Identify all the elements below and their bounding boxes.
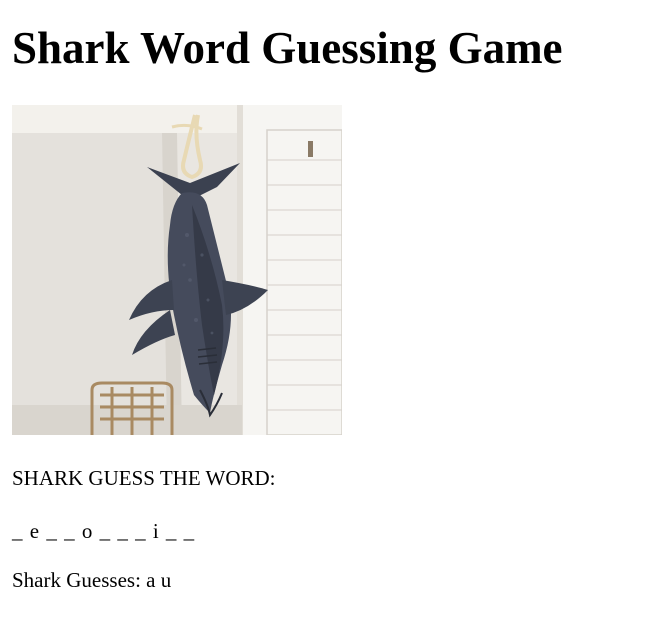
guessed-letters: Shark Guesses: a u <box>12 568 172 592</box>
word-display: _ e _ _ o _ _ _ i _ _ <box>12 519 196 543</box>
hanging-shark-photo <box>12 105 342 435</box>
page-title: Shark Word Guessing Game <box>12 23 563 73</box>
game-page: Shark Word Guessing Game SHARK GUESS THE… <box>12 0 642 592</box>
game-prompt: SHARK GUESS THE WORD: <box>12 466 276 490</box>
